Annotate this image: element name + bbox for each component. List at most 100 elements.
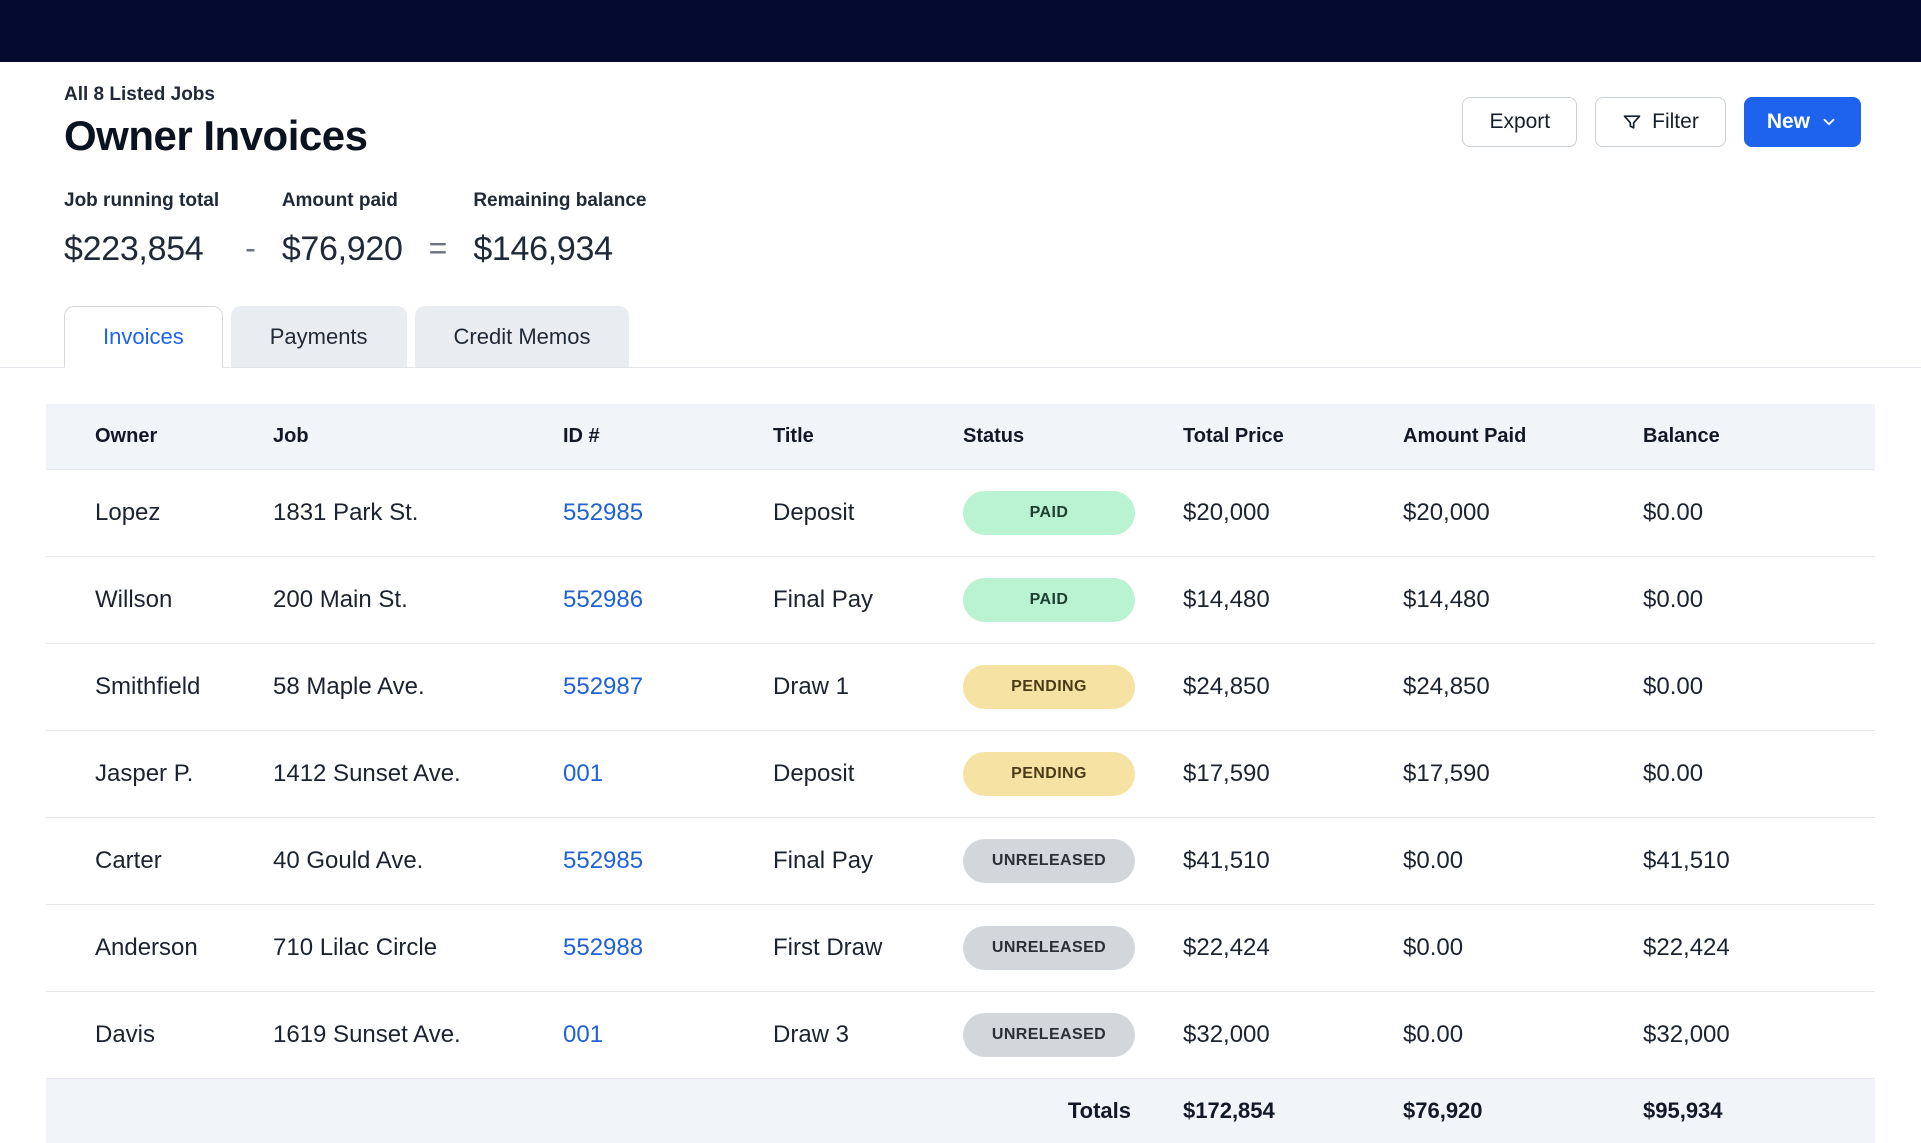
cell-title: Deposit bbox=[761, 470, 951, 557]
status-badge: PAID bbox=[963, 491, 1135, 535]
status-badge: UNRELEASED bbox=[963, 926, 1135, 970]
invoice-id-link[interactable]: 552985 bbox=[563, 499, 643, 526]
status-badge: UNRELEASED bbox=[963, 839, 1135, 883]
table-header: Owner Job ID # Title Status Total Price … bbox=[46, 404, 1875, 470]
cell-total-price: $22,424 bbox=[1171, 905, 1391, 992]
table-row: Anderson710 Lilac Circle 552988 First Draw… bbox=[46, 905, 1875, 992]
invoices-table: Owner Job ID # Title Status Total Price … bbox=[46, 404, 1875, 1143]
summary-value: $76,920 bbox=[282, 230, 403, 269]
cell-amount-paid: $0.00 bbox=[1391, 818, 1631, 905]
jobs-count-note: All 8 Listed Jobs bbox=[64, 84, 367, 106]
cell-balance: $0.00 bbox=[1631, 644, 1875, 731]
new-button[interactable]: New bbox=[1744, 97, 1861, 147]
column-header-id: ID # bbox=[551, 404, 761, 470]
cell-balance: $0.00 bbox=[1631, 470, 1875, 557]
cell-owner: Willson bbox=[46, 557, 261, 644]
totals-amount-paid: $76,920 bbox=[1391, 1079, 1631, 1143]
column-header-total-price: Total Price bbox=[1171, 404, 1391, 470]
column-header-title: Title bbox=[761, 404, 951, 470]
cell-owner: Lopez bbox=[46, 470, 261, 557]
cell-total-price: $20,000 bbox=[1171, 470, 1391, 557]
new-button-label: New bbox=[1767, 110, 1810, 134]
totals-row: Totals $172,854 $76,920 $95,934 bbox=[46, 1079, 1875, 1143]
tab-payments[interactable]: Payments bbox=[231, 306, 407, 367]
cell-owner: Smithfield bbox=[46, 644, 261, 731]
column-header-status: Status bbox=[951, 404, 1171, 470]
invoice-id-link[interactable]: 001 bbox=[563, 760, 603, 787]
cell-status: PENDING bbox=[951, 731, 1171, 818]
cell-balance: $0.00 bbox=[1631, 557, 1875, 644]
chevron-down-icon bbox=[1820, 113, 1838, 131]
invoice-id-link[interactable]: 552985 bbox=[563, 847, 643, 874]
table-row: Willson200 Main St.552986Final PayPAID$1… bbox=[46, 557, 1875, 644]
column-header-owner: Owner bbox=[46, 404, 261, 470]
cell-id: 001 bbox=[551, 731, 761, 818]
invoice-id-link[interactable]: 552988 bbox=[563, 934, 643, 961]
cell-id: 552986 bbox=[551, 557, 761, 644]
filter-button-label: Filter bbox=[1652, 110, 1699, 134]
cell-title: First Draw bbox=[761, 905, 951, 992]
summary-amount-paid: Amount paid $76,920 bbox=[282, 190, 403, 269]
summary-job-running-total: Job running total $223,854 bbox=[64, 190, 219, 269]
filter-button[interactable]: Filter bbox=[1595, 97, 1726, 147]
cell-owner: Carter bbox=[46, 818, 261, 905]
cell-total-price: $24,850 bbox=[1171, 644, 1391, 731]
cell-id: 552987 bbox=[551, 644, 761, 731]
cell-balance: $41,510 bbox=[1631, 818, 1875, 905]
cell-amount-paid: $0.00 bbox=[1391, 992, 1631, 1079]
totals-total-price: $172,854 bbox=[1171, 1079, 1391, 1143]
cell-balance: $32,000 bbox=[1631, 992, 1875, 1079]
toolbar: Export Filter New bbox=[1462, 97, 1861, 147]
cell-job: 710 Lilac Circle bbox=[261, 905, 551, 992]
cell-job: 1831 Park St. bbox=[261, 470, 551, 557]
cell-id: 552985 bbox=[551, 818, 761, 905]
export-button[interactable]: Export bbox=[1462, 97, 1577, 147]
tab-credit-memos[interactable]: Credit Memos bbox=[415, 306, 630, 367]
tab-invoices[interactable]: Invoices bbox=[64, 306, 223, 368]
cell-title: Deposit bbox=[761, 731, 951, 818]
table-row: Carter40 Gould Ave.552985Final PayUNRELE… bbox=[46, 818, 1875, 905]
cell-status: UNRELEASED bbox=[951, 905, 1171, 992]
cell-total-price: $14,480 bbox=[1171, 557, 1391, 644]
cell-amount-paid: $17,590 bbox=[1391, 731, 1631, 818]
cell-status: UNRELEASED bbox=[951, 818, 1171, 905]
top-navigation-bar bbox=[0, 0, 1921, 62]
cell-amount-paid: $0.00 bbox=[1391, 905, 1631, 992]
summary-label: Amount paid bbox=[282, 190, 403, 212]
cell-balance: $22,424 bbox=[1631, 905, 1875, 992]
cell-job: 58 Maple Ave. bbox=[261, 644, 551, 731]
export-button-label: Export bbox=[1489, 110, 1550, 134]
table-row: Smithfield58 Maple Ave.552987Draw 1PENDI… bbox=[46, 644, 1875, 731]
cell-amount-paid: $14,480 bbox=[1391, 557, 1631, 644]
cell-status: PAID bbox=[951, 557, 1171, 644]
page-title: Owner Invoices bbox=[64, 112, 367, 160]
table-row: Jasper P.1412 Sunset Ave.001DepositPENDI… bbox=[46, 731, 1875, 818]
column-header-job: Job bbox=[261, 404, 551, 470]
cell-total-price: $17,590 bbox=[1171, 731, 1391, 818]
summary-value: $223,854 bbox=[64, 230, 219, 269]
cell-owner: Anderson bbox=[46, 905, 261, 992]
summary-value: $146,934 bbox=[473, 230, 646, 269]
financial-summary: Job running total $223,854 - Amount paid… bbox=[0, 160, 1921, 269]
status-badge: PAID bbox=[963, 578, 1135, 622]
minus-operator: - bbox=[245, 230, 256, 269]
summary-label: Remaining balance bbox=[473, 190, 646, 212]
cell-job: 40 Gould Ave. bbox=[261, 818, 551, 905]
cell-owner: Davis bbox=[46, 992, 261, 1079]
table-row: Lopez1831 Park St. 552985 Deposit PAID $20,0… bbox=[46, 470, 1875, 557]
cell-status: UNRELEASED bbox=[951, 992, 1171, 1079]
equals-operator: = bbox=[429, 230, 448, 269]
totals-balance: $95,934 bbox=[1631, 1079, 1875, 1143]
cell-total-price: $32,000 bbox=[1171, 992, 1391, 1079]
invoice-id-link[interactable]: 001 bbox=[563, 1021, 603, 1048]
column-header-amount-paid: Amount Paid bbox=[1391, 404, 1631, 470]
cell-status: PENDING bbox=[951, 644, 1171, 731]
invoice-id-link[interactable]: 552987 bbox=[563, 673, 643, 700]
status-badge: UNRELEASED bbox=[963, 1013, 1135, 1057]
invoice-id-link[interactable]: 552986 bbox=[563, 586, 643, 613]
title-block: All 8 Listed Jobs Owner Invoices bbox=[64, 84, 367, 160]
column-header-balance: Balance bbox=[1631, 404, 1875, 470]
cell-status: PAID bbox=[951, 470, 1171, 557]
page-header: All 8 Listed Jobs Owner Invoices Export … bbox=[0, 62, 1921, 160]
cell-job: 200 Main St. bbox=[261, 557, 551, 644]
